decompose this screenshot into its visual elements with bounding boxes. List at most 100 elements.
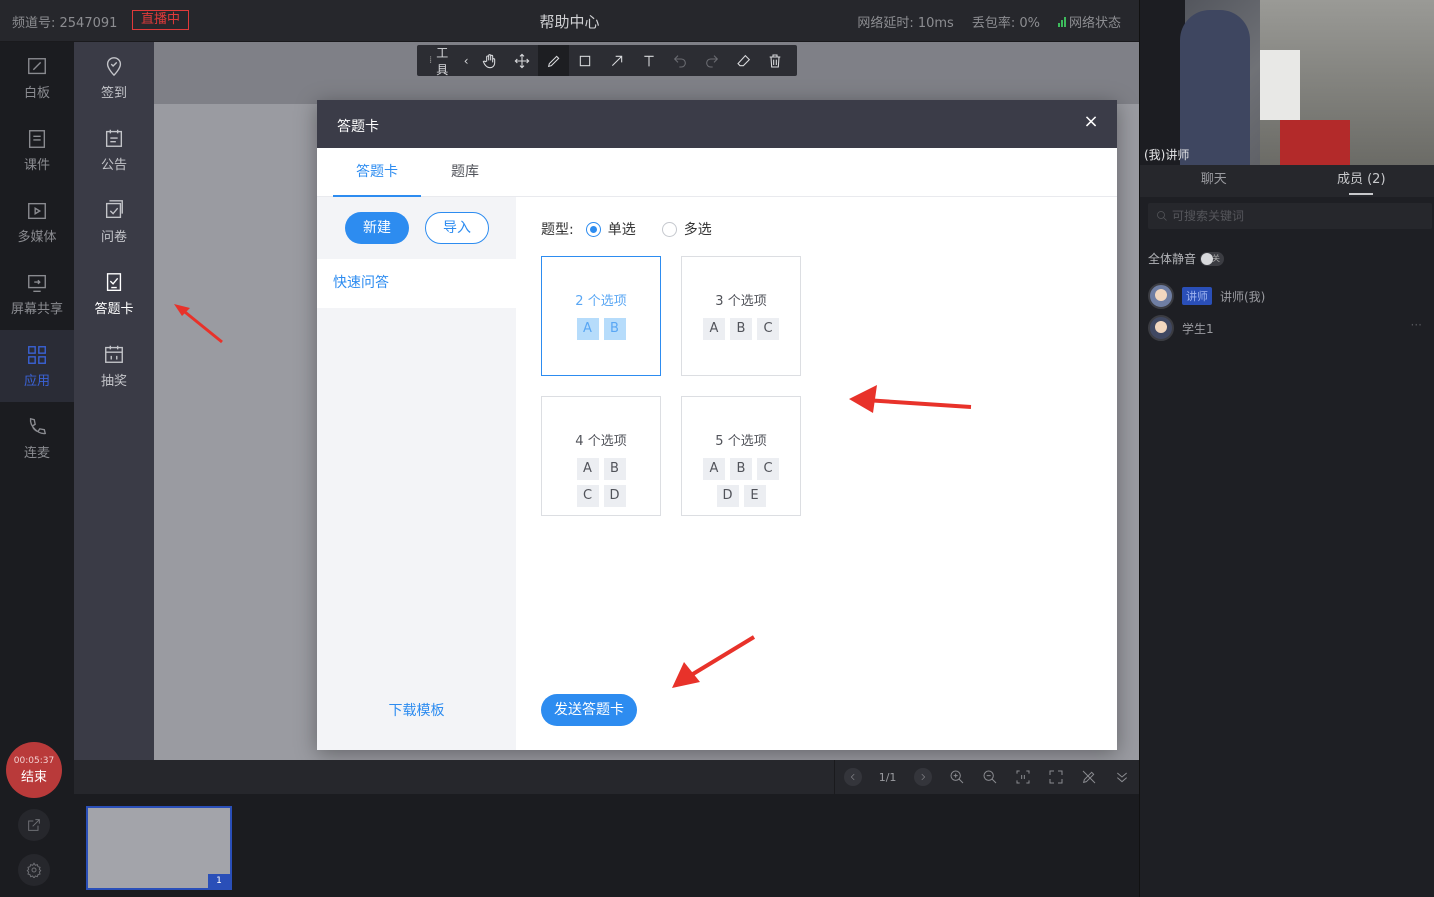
signal-icon: [1057, 17, 1066, 27]
avatar: [1148, 283, 1174, 309]
chevron-left-icon: ‹: [463, 53, 469, 68]
option-chip: C: [757, 318, 779, 340]
nav-apps[interactable]: 应用: [0, 330, 74, 402]
video-label: (我)讲师: [1144, 148, 1190, 162]
app-lottery[interactable]: 抽奖: [74, 330, 154, 402]
app-survey[interactable]: 问卷: [74, 186, 154, 258]
courseware-icon: [28, 129, 46, 148]
option-chip: C: [757, 458, 779, 480]
end-live-button[interactable]: 00:05:37 结束: [6, 742, 62, 798]
teacher-video[interactable]: (我)讲师: [1140, 0, 1434, 165]
tab-answer-card[interactable]: 答题卡: [333, 148, 421, 197]
zoom-in-icon[interactable]: [949, 769, 965, 785]
nav-label: 课件: [23, 157, 50, 173]
redo-icon: [706, 54, 718, 68]
undo-button[interactable]: [664, 45, 696, 76]
arrow-tool[interactable]: [601, 45, 633, 76]
nav-whiteboard[interactable]: 白板: [0, 42, 74, 114]
mute-all-label: 全体静音: [1148, 252, 1197, 266]
next-page-button[interactable]: [913, 768, 932, 786]
right-panel: (我)讲师 聊天 成员 (2) 可搜索关键词 全体静音 关 讲师 讲师(我) 学…: [1139, 0, 1434, 897]
hand-icon: [483, 53, 496, 68]
option-card-3[interactable]: 3 个选项 A B C: [681, 256, 801, 376]
question-type-row: 题型: 单选 多选: [541, 219, 712, 239]
popout-button[interactable]: [18, 809, 50, 841]
chevron-left-icon: [850, 773, 855, 781]
settings-button[interactable]: [18, 854, 50, 886]
survey-icon: [105, 200, 123, 219]
eraser-tool[interactable]: [728, 45, 760, 76]
page-indicator: 1/1: [878, 770, 897, 784]
video-frame: [1260, 50, 1300, 120]
disable-draw-icon[interactable]: [1081, 769, 1097, 785]
text-tool[interactable]: [633, 45, 665, 76]
rectangle-icon: [580, 55, 591, 66]
clear-button[interactable]: [759, 45, 791, 76]
option-card-5[interactable]: 5 个选项 A B C D E: [681, 396, 801, 516]
trash-icon: [769, 53, 781, 68]
more-icon[interactable]: ···: [1411, 318, 1422, 332]
hand-tool[interactable]: [475, 45, 507, 76]
network-status[interactable]: 网络状态: [1057, 12, 1121, 31]
app-notice[interactable]: 公告: [74, 114, 154, 186]
pen-icon: [547, 55, 560, 67]
apps-icon: [28, 345, 46, 364]
tab-question-bank[interactable]: 题库: [421, 148, 509, 197]
drag-handle-icon[interactable]: ⁞: [429, 55, 432, 66]
option-chip: B: [730, 318, 752, 340]
app-sidebar: 签到 公告 问卷 答题卡 抽奖: [74, 42, 154, 760]
move-tool[interactable]: [506, 45, 538, 76]
chevron-right-icon: [921, 773, 925, 781]
download-template-link[interactable]: 下载模板: [317, 700, 516, 720]
nav-media[interactable]: 多媒体: [0, 186, 74, 258]
nav-courseware[interactable]: 课件: [0, 114, 74, 186]
app-label: 问卷: [100, 230, 127, 245]
rectangle-tool[interactable]: [569, 45, 601, 76]
multi-choice-label[interactable]: 多选: [684, 219, 712, 239]
tab-chat[interactable]: 聊天: [1140, 165, 1288, 197]
slide-thumbnail[interactable]: 1: [86, 806, 232, 890]
radio-single[interactable]: [585, 221, 601, 237]
nav-screen-share[interactable]: 屏幕共享: [0, 258, 74, 330]
search-placeholder: 可搜索关键词: [1172, 209, 1245, 223]
member-search-input[interactable]: 可搜索关键词: [1148, 203, 1432, 229]
toolbar-collapse[interactable]: ⁞ 工具 ‹: [423, 44, 475, 78]
zoom-out-icon[interactable]: [982, 769, 998, 785]
import-button[interactable]: 导入: [425, 212, 489, 244]
slide-number: 1: [208, 874, 230, 888]
panel-tabs: 聊天 成员 (2): [1140, 165, 1434, 197]
mute-all-toggle[interactable]: 关: [1200, 251, 1225, 266]
avatar: [1148, 315, 1174, 341]
card-title: 5 个选项: [715, 434, 767, 449]
option-card-4[interactable]: 4 个选项 A B C D: [541, 396, 661, 516]
pen-tool[interactable]: [537, 45, 570, 76]
option-chip: E: [743, 485, 766, 507]
single-choice-label[interactable]: 单选: [608, 219, 636, 239]
option-card-2[interactable]: 2 个选项 A B: [541, 256, 661, 376]
close-icon[interactable]: ×: [1083, 113, 1099, 131]
tab-members[interactable]: 成员 (2): [1288, 165, 1434, 197]
collapse-icon[interactable]: [1114, 769, 1130, 785]
prev-page-button[interactable]: [843, 768, 862, 786]
text-icon: [643, 55, 654, 66]
member-row[interactable]: 讲师 讲师(我): [1148, 283, 1265, 309]
answer-card-dialog: 答题卡 × 答题卡 题库 新建 导入 快速问答 下载模板 题型: 单选 多选 2…: [317, 100, 1117, 750]
nav-label: 多媒体: [17, 229, 57, 245]
gear-icon: [26, 862, 42, 878]
app-check-in[interactable]: 签到: [74, 42, 154, 114]
actual-size-icon[interactable]: [1015, 769, 1031, 785]
undo-icon: [674, 54, 687, 68]
nav-phone[interactable]: 连麦: [0, 402, 74, 474]
eraser-icon: [736, 54, 750, 66]
new-button[interactable]: 新建: [345, 212, 409, 244]
send-answer-card-button[interactable]: 发送答题卡: [541, 694, 637, 726]
radio-multi[interactable]: [661, 221, 677, 237]
slide-thumbnails: 1: [74, 794, 1139, 897]
app-answer-card[interactable]: 答题卡: [74, 258, 154, 330]
member-row[interactable]: 学生1: [1148, 315, 1214, 341]
screen-share-icon: [28, 274, 46, 292]
fullscreen-icon[interactable]: [1048, 769, 1064, 785]
quick-qa-item[interactable]: 快速问答: [317, 259, 516, 308]
redo-button[interactable]: [696, 45, 728, 76]
option-chip: A: [703, 458, 725, 480]
